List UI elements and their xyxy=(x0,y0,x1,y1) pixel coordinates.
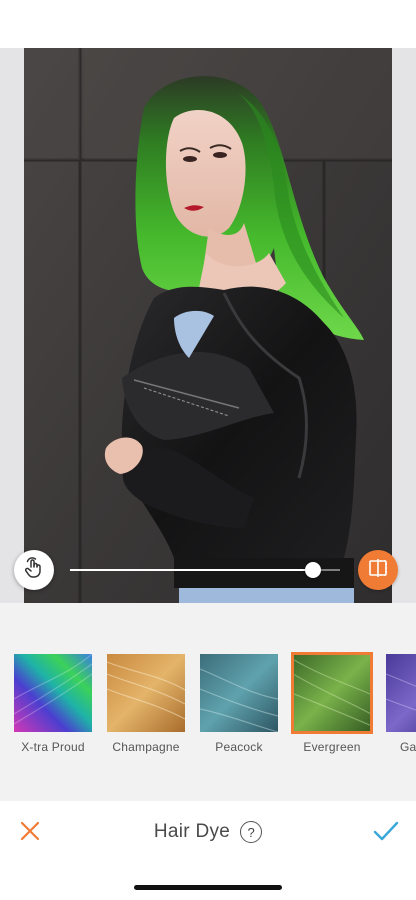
compare-button[interactable] xyxy=(358,550,398,590)
swatch-peacock[interactable]: Peacock xyxy=(198,652,280,754)
swatch-ga[interactable]: Ga xyxy=(384,652,416,754)
bottom-toolbar: Hair Dye ? xyxy=(0,801,416,863)
cancel-button[interactable] xyxy=(16,819,44,847)
tool-title: Hair Dye xyxy=(153,821,231,842)
swatch-evergreen[interactable]: Evergreen xyxy=(291,652,373,754)
swatch-x-tra-proud[interactable]: X-tra Proud xyxy=(12,652,94,754)
intensity-slider[interactable] xyxy=(70,560,340,580)
swatch-label: Champagne xyxy=(112,740,180,754)
checkmark-icon xyxy=(372,819,400,848)
swatch-label: Peacock xyxy=(215,740,263,754)
home-indicator xyxy=(134,885,282,890)
swatch-thumbnail[interactable] xyxy=(291,652,373,734)
hand-touch-icon xyxy=(22,556,46,585)
toolbar-title-group: Hair Dye ? xyxy=(0,801,416,863)
edited-photo xyxy=(24,48,392,603)
touch-brush-button[interactable] xyxy=(14,550,54,590)
swatch-thumbnail[interactable] xyxy=(12,652,94,734)
confirm-button[interactable] xyxy=(370,818,402,848)
compare-split-icon xyxy=(366,556,390,585)
swatch-label: Ga xyxy=(400,740,416,754)
swatch-thumbnail[interactable] xyxy=(384,652,416,734)
hair-color-carousel: X-tra Proud Champagne Peacock Evergreen … xyxy=(0,603,416,801)
swatch-label: X-tra Proud xyxy=(21,740,85,754)
photo-canvas xyxy=(0,48,416,603)
close-icon xyxy=(19,820,41,847)
help-button[interactable]: ? xyxy=(240,821,263,843)
swatch-label: Evergreen xyxy=(303,740,361,754)
slider-fill xyxy=(70,569,313,571)
swatch-thumbnail[interactable] xyxy=(105,652,187,734)
swatch-thumbnail[interactable] xyxy=(198,652,280,734)
top-bar xyxy=(0,0,416,48)
slider-thumb[interactable] xyxy=(305,562,321,578)
swatch-champagne[interactable]: Champagne xyxy=(105,652,187,754)
